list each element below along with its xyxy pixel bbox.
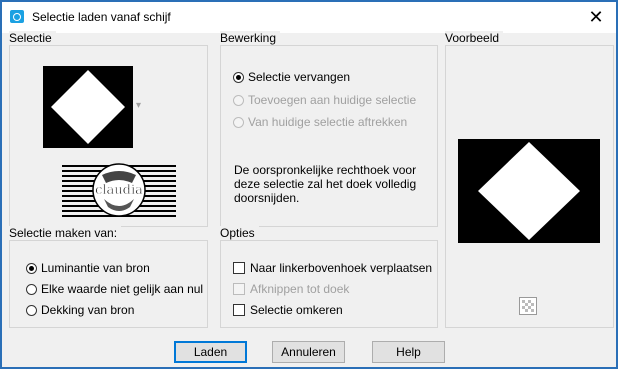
cancel-button[interactable]: Annuleren — [272, 341, 345, 363]
radio-luminantie[interactable]: Luminantie van bron — [26, 261, 150, 275]
claudia-logo: claudia — [62, 163, 176, 218]
bewerking-label: Bewerking — [220, 31, 281, 45]
title-bar: Selectie laden vanaf schijf ✕ — [2, 2, 616, 33]
radio-label: Van huidige selectie aftrekken — [248, 115, 408, 129]
radio-elke-waarde[interactable]: Elke waarde niet gelijk aan nul — [26, 282, 203, 296]
checkbox-label: Afknippen tot doek — [250, 282, 350, 296]
radio-dekking[interactable]: Dekking van bron — [26, 303, 134, 317]
radio-button[interactable] — [26, 262, 37, 274]
checkbox-label: Naar linkerbovenhoek verplaatsen — [250, 261, 433, 275]
radio-aftrekken[interactable]: Van huidige selectie aftrekken — [233, 115, 407, 129]
selectie-group: Selectie ▾ claudia — [9, 31, 208, 227]
preview-image — [458, 139, 600, 243]
radio-label: Dekking van bron — [41, 303, 135, 317]
radio-selectie-vervangen[interactable]: Selectie vervangen — [233, 70, 350, 84]
opties-group: Opties Naar linkerbovenhoek verplaatsen … — [220, 226, 438, 328]
checkbox-label: Selectie omkeren — [250, 303, 343, 317]
opties-label: Opties — [220, 226, 259, 240]
svg-text:claudia: claudia — [95, 183, 143, 198]
dropdown-arrow-icon[interactable]: ▾ — [136, 100, 141, 111]
checkbox-afknippen[interactable]: Afknippen tot doek — [233, 282, 349, 296]
description-line: deze selectie zal het doek volledig — [234, 177, 417, 191]
app-icon — [10, 10, 24, 23]
bewerking-group: Bewerking Selectie vervangen Toevoegen a… — [220, 31, 438, 227]
radio-button[interactable] — [26, 304, 37, 316]
radio-toevoegen[interactable]: Toevoegen aan huidige selectie — [233, 93, 416, 107]
checkbox[interactable] — [233, 262, 245, 274]
radio-button[interactable] — [233, 71, 244, 83]
radio-label: Luminantie van bron — [41, 261, 150, 275]
radio-label: Toevoegen aan huidige selectie — [248, 93, 417, 107]
description-line: De oorspronkelijke rechthoek voor — [234, 163, 417, 177]
checkbox-selectie-omkeren[interactable]: Selectie omkeren — [233, 303, 343, 317]
voorbeeld-label: Voorbeeld — [445, 31, 504, 45]
checkbox[interactable] — [233, 304, 245, 316]
radio-button[interactable] — [26, 283, 37, 295]
checkbox[interactable] — [233, 283, 245, 295]
selection-thumbnail[interactable] — [43, 66, 133, 148]
radio-label: Elke waarde niet gelijk aan nul — [41, 282, 204, 296]
close-button[interactable]: ✕ — [576, 2, 616, 33]
voorbeeld-group: Voorbeeld — [445, 31, 614, 328]
help-button[interactable]: Help — [372, 341, 445, 363]
radio-label: Selectie vervangen — [248, 70, 351, 84]
selectie-label: Selectie — [9, 31, 56, 45]
load-button[interactable]: Laden — [174, 341, 247, 363]
selectie-maken-van-label: Selectie maken van: — [9, 226, 122, 240]
radio-button[interactable] — [233, 94, 244, 106]
bewerking-description: De oorspronkelijke rechthoek voor deze s… — [234, 163, 416, 205]
checkbox-linkerbovenhoek[interactable]: Naar linkerbovenhoek verplaatsen — [233, 261, 432, 275]
selectie-maken-van-group: Selectie maken van: Luminantie van bron … — [9, 226, 208, 328]
dialog-window: Selectie laden vanaf schijf ✕ Selectie ▾ — [0, 0, 618, 369]
description-line: doorsnijden. — [234, 191, 300, 205]
window-title: Selectie laden vanaf schijf — [32, 10, 171, 24]
radio-button[interactable] — [233, 116, 244, 128]
transparency-icon[interactable] — [519, 297, 537, 315]
